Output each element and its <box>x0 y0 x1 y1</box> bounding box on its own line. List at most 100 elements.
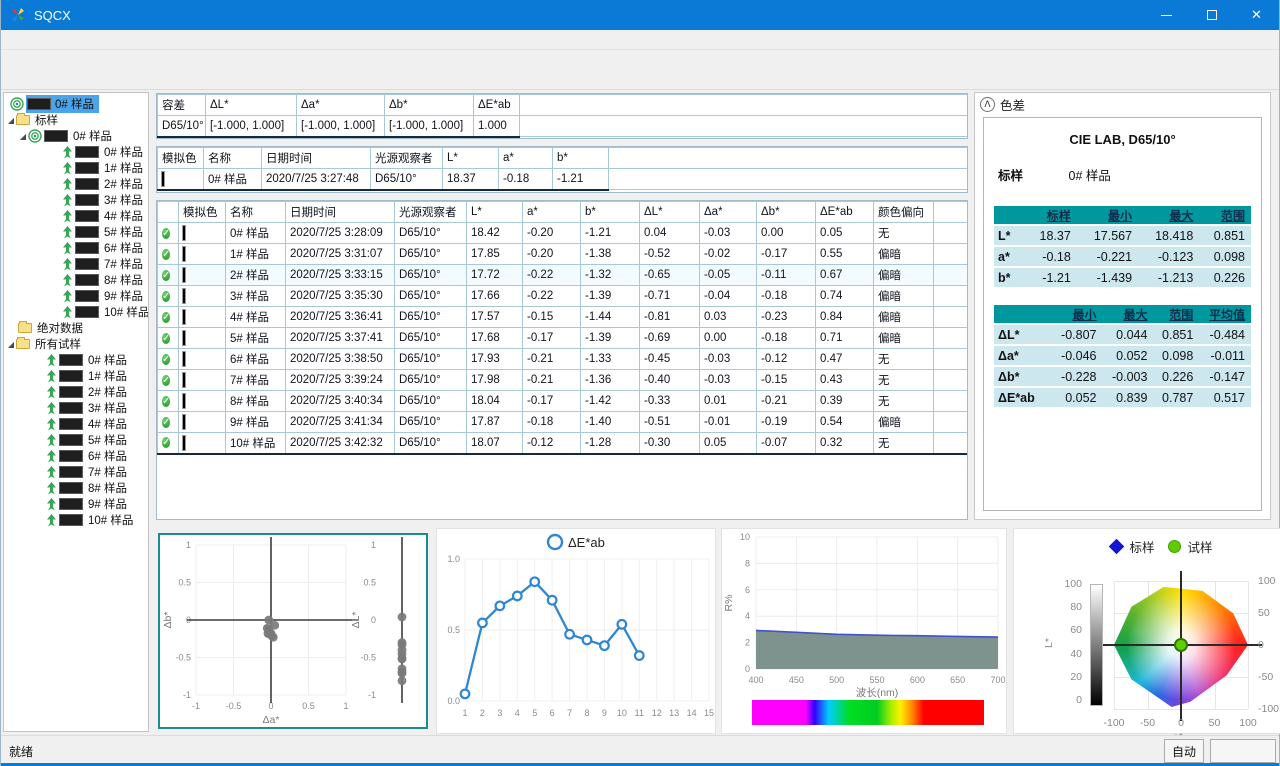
color-swatch <box>183 247 185 261</box>
sample-row-8[interactable]: ✓ 8# 样品2020/7/25 3:40:34D65/10°18.04-0.1… <box>158 391 968 412</box>
tree-all-sample-9[interactable]: 9# 样品 <box>4 496 148 512</box>
svg-text:1: 1 <box>371 540 376 550</box>
svg-text:0.5: 0.5 <box>178 578 191 588</box>
window-title: SQCX <box>34 8 71 23</box>
chart-reflectance[interactable]: 0246810400450500550600650700R%波长(nm) <box>721 528 1007 734</box>
tree-standard-sample-6[interactable]: 6# 样品 <box>4 240 148 256</box>
pass-check-icon: ✓ <box>162 354 170 365</box>
tree-all-sample-8[interactable]: 8# 样品 <box>4 480 148 496</box>
sample-row-10[interactable]: ✓ 10# 样品2020/7/25 3:42:32D65/10°18.07-0.… <box>158 433 968 454</box>
svg-text:0: 0 <box>371 615 376 625</box>
tree-standard-sample-4[interactable]: 4# 样品 <box>4 208 148 224</box>
svg-text:ΔL*: ΔL* <box>350 612 362 629</box>
sample-arrow-icon <box>62 274 73 287</box>
tree-standard-sample-3[interactable]: 3# 样品 <box>4 192 148 208</box>
lab-statistics-table: 标样最小最大范围L*18.3717.56718.4180.851a*-0.18-… <box>994 204 1251 289</box>
svg-text:600: 600 <box>910 675 925 685</box>
folder-icon <box>18 323 32 333</box>
sample-arrow-icon <box>46 370 57 383</box>
tree-standard-sample-7[interactable]: 7# 样品 <box>4 256 148 272</box>
tree-all-sample-4[interactable]: 4# 样品 <box>4 416 148 432</box>
menu-bar <box>1 30 1279 50</box>
minimize-button[interactable] <box>1144 0 1189 30</box>
svg-text:Δa*: Δa* <box>263 714 280 726</box>
tree-all-sample-2[interactable]: 2# 样品 <box>4 384 148 400</box>
application-window: SQCX ✕ 0# 样品◢标样◢0# 样品0# 样品1# 样品2# 样品3# 样… <box>0 0 1280 766</box>
pass-check-icon: ✓ <box>162 291 170 302</box>
tree-folder-standards[interactable]: ◢标样 <box>4 112 148 128</box>
color-swatch <box>183 373 185 387</box>
standard-row[interactable]: 0# 样品2020/7/25 3:27:48D65/10°18.37-0.18-… <box>158 169 968 190</box>
legend-sample-label: 试样 <box>1188 537 1213 556</box>
svg-text:波长(nm): 波长(nm) <box>856 686 899 699</box>
tree-standard-sample-8[interactable]: 8# 样品 <box>4 272 148 288</box>
sample-row-5[interactable]: ✓ 5# 样品2020/7/25 3:37:41D65/10°17.68-0.1… <box>158 328 968 349</box>
svg-text:1: 1 <box>343 701 348 711</box>
pass-check-icon: ✓ <box>162 228 170 239</box>
sample-row-2[interactable]: ✓ 2# 样品2020/7/25 3:33:15D65/10°17.72-0.2… <box>158 265 968 286</box>
chart-delta-ab-scatter[interactable]: -1-1-0.5-0.5000.50.511Δa*Δb*10.50-0.5-1Δ… <box>158 533 428 729</box>
pass-check-icon: ✓ <box>162 270 170 281</box>
sample-row-7[interactable]: ✓ 7# 样品2020/7/25 3:39:24D65/10°17.98-0.2… <box>158 370 968 391</box>
pass-check-icon: ✓ <box>162 249 170 260</box>
color-swatch <box>183 268 185 282</box>
sample-row-0[interactable]: ✓ 0# 样品2020/7/25 3:28:09D65/10°18.42-0.2… <box>158 223 968 244</box>
tree-all-sample-7[interactable]: 7# 样品 <box>4 464 148 480</box>
sample-row-6[interactable]: ✓ 6# 样品2020/7/25 3:38:50D65/10°17.93-0.2… <box>158 349 968 370</box>
svg-text:550: 550 <box>869 675 884 685</box>
cielab-subtitle: CIE LAB, D65/10° <box>994 132 1251 147</box>
svg-text:12: 12 <box>652 708 662 718</box>
tree-all-sample-0[interactable]: 0# 样品 <box>4 352 148 368</box>
collapse-panel-icon[interactable]: ᐱ <box>980 97 995 112</box>
sample-row-3[interactable]: ✓ 3# 样品2020/7/25 3:35:30D65/10°17.66-0.2… <box>158 286 968 307</box>
tree-standard-sample-1[interactable]: 1# 样品 <box>4 160 148 176</box>
chart-delta-e-trend[interactable]: 1234567891011121314150.00.51.0ΔE*ab <box>436 528 716 734</box>
standard-name: 0# 样品 <box>1069 169 1111 183</box>
auto-mode-button[interactable]: 自动 <box>1164 739 1204 763</box>
sample-arrow-icon <box>62 290 73 303</box>
delta-row-0: ΔL*-0.8070.0440.851-0.484 <box>994 325 1251 344</box>
expander-icon: ◢ <box>6 340 16 349</box>
sample-arrow-icon <box>62 226 73 239</box>
sample-row-4[interactable]: ✓ 4# 样品2020/7/25 3:36:41D65/10°17.57-0.1… <box>158 307 968 328</box>
pass-check-icon: ✓ <box>162 437 170 448</box>
tree-all-sample-6[interactable]: 6# 样品 <box>4 448 148 464</box>
sample-arrow-icon <box>62 162 73 175</box>
svg-text:10: 10 <box>617 708 627 718</box>
svg-text:6: 6 <box>550 708 555 718</box>
tree-all-sample-1[interactable]: 1# 样品 <box>4 368 148 384</box>
tree-selected-standard[interactable]: 0# 样品 <box>4 96 148 112</box>
tree-standard-sample-5[interactable]: 5# 样品 <box>4 224 148 240</box>
close-button[interactable]: ✕ <box>1234 0 1279 30</box>
delta-row-2: Δb*-0.228-0.0030.226-0.147 <box>994 367 1251 386</box>
tree-standard-sample-9[interactable]: 9# 样品 <box>4 288 148 304</box>
sample-arrow-icon <box>62 146 73 159</box>
pass-check-icon: ✓ <box>162 333 170 344</box>
tree-folder-absolute-data[interactable]: 绝对数据 <box>4 320 148 336</box>
expander-icon: ◢ <box>18 132 28 141</box>
tree-standard-sample-2[interactable]: 2# 样品 <box>4 176 148 192</box>
svg-text:400: 400 <box>748 675 763 685</box>
svg-text:650: 650 <box>950 675 965 685</box>
reflectance-plot: 0246810400450500550600650700R%波长(nm) <box>722 529 1005 699</box>
tree-all-sample-3[interactable]: 3# 样品 <box>4 400 148 416</box>
sample-row-9[interactable]: ✓ 9# 样品2020/7/25 3:41:34D65/10°17.87-0.1… <box>158 412 968 433</box>
status-extra-box <box>1210 739 1276 763</box>
tree-folder-all-samples[interactable]: ◢所有试样 <box>4 336 148 352</box>
svg-text:R%: R% <box>723 595 735 612</box>
maximize-button[interactable] <box>1189 0 1234 30</box>
sample-row-1[interactable]: ✓ 1# 样品2020/7/25 3:31:07D65/10°17.85-0.2… <box>158 244 968 265</box>
chart-lab-gamut[interactable]: -100-50050100100500-50-100100806040200L*… <box>1013 528 1280 734</box>
sample-arrow-icon <box>46 482 57 495</box>
sample-arrow-icon <box>62 178 73 191</box>
tree-standard-sample-10[interactable]: 10# 样品 <box>4 304 148 320</box>
tree-all-sample-10[interactable]: 10# 样品 <box>4 512 148 528</box>
delta-statistics-table: 最小最大范围平均值ΔL*-0.8070.0440.851-0.484Δa*-0.… <box>994 303 1251 409</box>
svg-text:4: 4 <box>515 708 520 718</box>
tolerance-row[interactable]: D65/10°[-1.000, 1.000][-1.000, 1.000][-1… <box>158 116 968 137</box>
tree-all-sample-5[interactable]: 5# 样品 <box>4 432 148 448</box>
tree-standard-root[interactable]: ◢0# 样品 <box>4 128 148 144</box>
lab-row-1: a*-0.18-0.221-0.1230.098 <box>994 247 1251 266</box>
svg-text:7: 7 <box>567 708 572 718</box>
tree-standard-sample-0[interactable]: 0# 样品 <box>4 144 148 160</box>
